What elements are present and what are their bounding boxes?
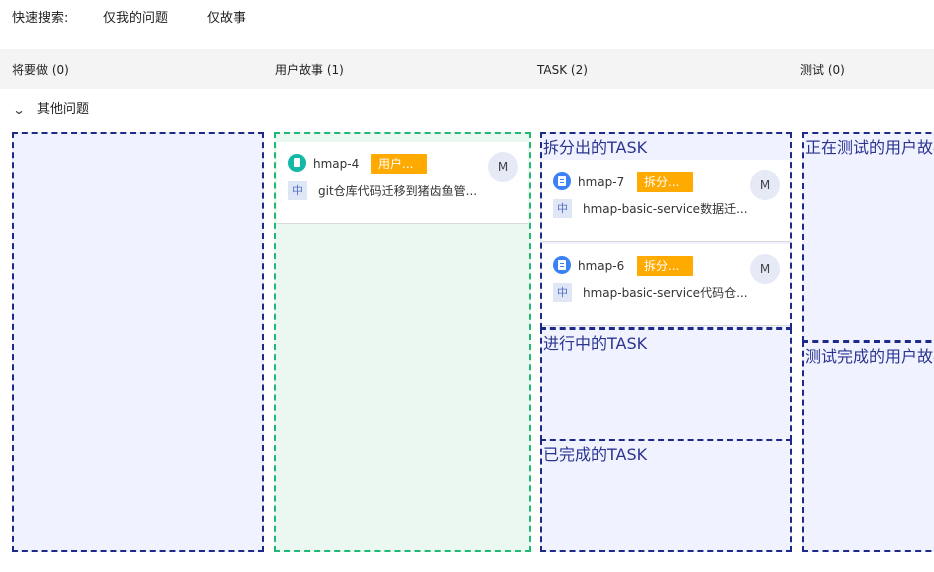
issue-summary: hmap-basic-service数据迁... (583, 202, 748, 216)
column-header-todo: 将要做 (0) (12, 63, 69, 77)
zone-title-tested: 测试完成的用户故事 (805, 347, 934, 366)
column-user-story-dropzone[interactable]: hmap-4 用户... M 中 git仓库代码迁移到猪齿鱼管... (274, 132, 531, 552)
issue-type-tag: 拆分... (637, 172, 693, 192)
priority-badge: 中 (553, 199, 572, 218)
status-zone-testing[interactable]: 正在测试的用户故事 (802, 132, 934, 342)
avatar[interactable]: M (750, 254, 780, 284)
issue-summary: git仓库代码迁移到猪齿鱼管... (318, 184, 478, 198)
story-icon (288, 154, 306, 172)
issue-card-hmap-7[interactable]: hmap-7 拆分... M 中 hmap-basic-service数据迁..… (542, 160, 790, 242)
issue-card-hmap-6[interactable]: hmap-6 拆分... M 中 hmap-basic-service代码仓..… (542, 244, 790, 326)
task-icon (553, 256, 571, 274)
status-zone-split-task[interactable]: 拆分出的TASK hmap-7 拆分... M 中 hmap-basic-ser… (540, 132, 792, 329)
column-header-user-story: 用户故事 (1) (275, 63, 344, 77)
status-zone-in-progress[interactable]: 进行中的TASK (540, 328, 792, 441)
priority-badge: 中 (288, 181, 307, 200)
issue-type-tag: 用户... (371, 154, 427, 174)
issue-type-tag: 拆分... (637, 256, 693, 276)
filter-my-issues[interactable]: 仅我的问题 (103, 10, 168, 28)
zone-title-done: 已完成的TASK (543, 445, 648, 464)
swimlane-label: 其他问题 (37, 102, 90, 117)
zone-title-split: 拆分出的TASK (543, 138, 648, 157)
quick-filter-bar: 快速搜索: 仅我的问题 仅故事 (0, 0, 934, 38)
column-header-row: 将要做 (0) 用户故事 (1) TASK (2) 测试 (0) (0, 49, 934, 89)
issue-key: hmap-4 (313, 157, 360, 171)
avatar[interactable]: M (750, 170, 780, 200)
status-zone-done[interactable]: 已完成的TASK (540, 439, 792, 552)
zone-title-in-progress: 进行中的TASK (543, 334, 648, 353)
issue-key: hmap-7 (578, 175, 625, 189)
task-icon (553, 172, 571, 190)
chevron-down-icon: ⌄ (12, 103, 26, 117)
filter-stories-only[interactable]: 仅故事 (207, 10, 246, 28)
column-header-test: 测试 (0) (800, 63, 845, 77)
priority-badge: 中 (553, 283, 572, 302)
column-todo-dropzone[interactable] (12, 132, 264, 552)
zone-title-testing: 正在测试的用户故事 (805, 138, 934, 157)
issue-card-hmap-4[interactable]: hmap-4 用户... M 中 git仓库代码迁移到猪齿鱼管... (277, 142, 528, 224)
issue-key: hmap-6 (578, 259, 625, 273)
status-zone-tested[interactable]: 测试完成的用户故事 (802, 341, 934, 552)
quick-search-label: 快速搜索: (12, 11, 69, 26)
avatar[interactable]: M (488, 152, 518, 182)
issue-summary: hmap-basic-service代码仓... (583, 286, 748, 300)
column-header-task: TASK (2) (537, 63, 588, 77)
